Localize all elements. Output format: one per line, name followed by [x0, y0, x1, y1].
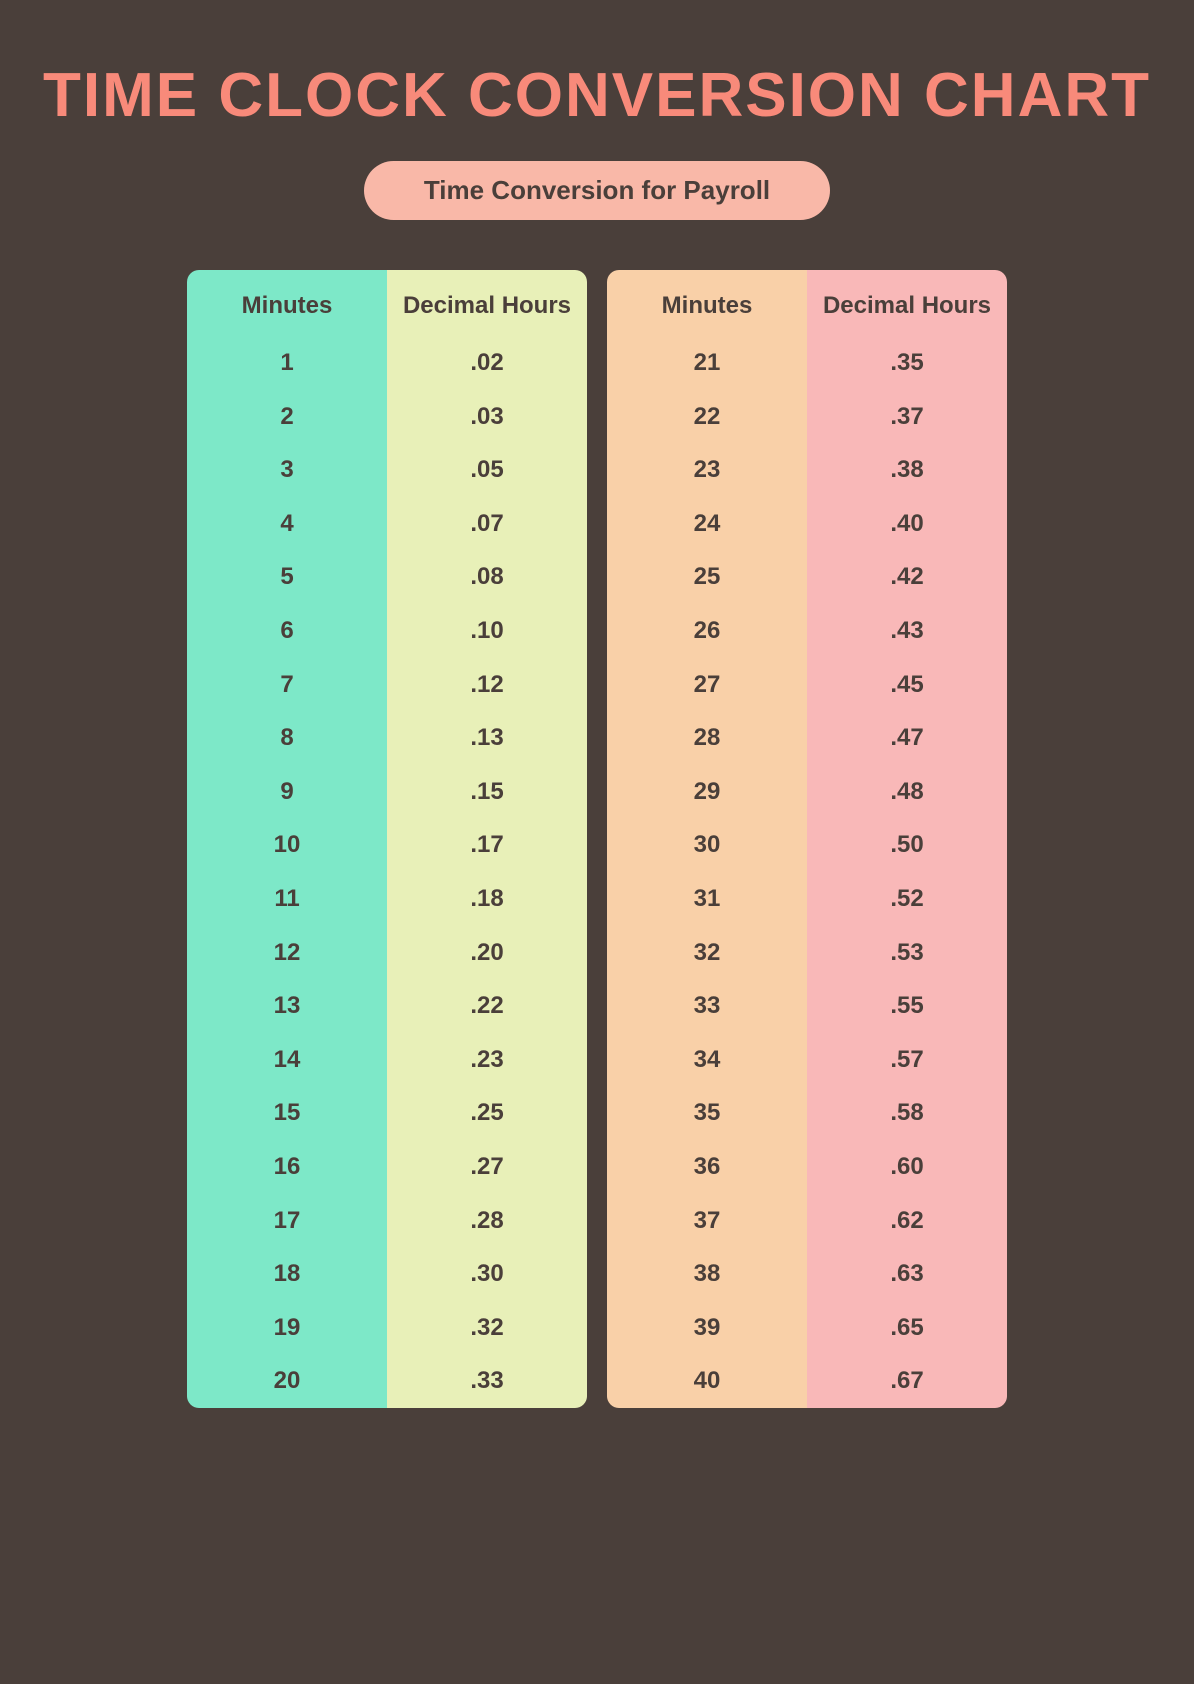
table-container: Minutes 1234567891011121314151617181920 …: [137, 270, 1057, 1408]
col-decimal-right: Decimal Hours .35.37.38.40.42.43.45.47.4…: [807, 270, 1007, 1408]
table-row: .18: [387, 872, 587, 926]
table-row: 17: [187, 1194, 387, 1248]
col-minutes-left: Minutes 1234567891011121314151617181920: [187, 270, 387, 1408]
table-row: 11: [187, 872, 387, 926]
table-row: 22: [607, 390, 807, 444]
table-row: .35: [807, 336, 1007, 390]
table-row: .38: [807, 443, 1007, 497]
table-row: .22: [387, 979, 587, 1033]
table-row: .10: [387, 604, 587, 658]
table-row: 16: [187, 1140, 387, 1194]
table-row: .27: [387, 1140, 587, 1194]
table-row: .13: [387, 711, 587, 765]
table-right: Minutes 21222324252627282930313233343536…: [607, 270, 1007, 1408]
col-header-decimal-right: Decimal Hours: [807, 270, 1007, 336]
table-row: 7: [187, 658, 387, 712]
table-row: 23: [607, 443, 807, 497]
page-title: TIME CLOCK CONVERSION CHART: [43, 60, 1151, 131]
subtitle-text: Time Conversion for Payroll: [424, 175, 770, 205]
table-row: 6: [187, 604, 387, 658]
table-row: 12: [187, 926, 387, 980]
table-row: .02: [387, 336, 587, 390]
table-row: 1: [187, 336, 387, 390]
table-row: 30: [607, 818, 807, 872]
table-row: 29: [607, 765, 807, 819]
table-row: .32: [387, 1301, 587, 1355]
table-row: 27: [607, 658, 807, 712]
table-row: 9: [187, 765, 387, 819]
table-row: .60: [807, 1140, 1007, 1194]
table-row: .17: [387, 818, 587, 872]
table-row: .47: [807, 711, 1007, 765]
table-row: 15: [187, 1086, 387, 1140]
table-row: .23: [387, 1033, 587, 1087]
table-row: .50: [807, 818, 1007, 872]
table-row: 10: [187, 818, 387, 872]
col-minutes-right: Minutes 21222324252627282930313233343536…: [607, 270, 807, 1408]
table-row: 19: [187, 1301, 387, 1355]
table-row: .37: [807, 390, 1007, 444]
table-row: 2: [187, 390, 387, 444]
table-row: 20: [187, 1354, 387, 1408]
table-row: 28: [607, 711, 807, 765]
table-row: 13: [187, 979, 387, 1033]
table-row: 34: [607, 1033, 807, 1087]
table-row: .12: [387, 658, 587, 712]
col-header-decimal-left: Decimal Hours: [387, 270, 587, 336]
table-row: 14: [187, 1033, 387, 1087]
table-row: .33: [387, 1354, 587, 1408]
table-row: 25: [607, 550, 807, 604]
table-row: .28: [387, 1194, 587, 1248]
table-row: 31: [607, 872, 807, 926]
table-row: .25: [387, 1086, 587, 1140]
table-row: 21: [607, 336, 807, 390]
table-row: .63: [807, 1247, 1007, 1301]
table-row: .15: [387, 765, 587, 819]
table-row: 18: [187, 1247, 387, 1301]
table-row: 4: [187, 497, 387, 551]
table-row: .03: [387, 390, 587, 444]
table-row: .07: [387, 497, 587, 551]
table-row: 40: [607, 1354, 807, 1408]
subtitle-badge: Time Conversion for Payroll: [364, 161, 830, 220]
table-row: 36: [607, 1140, 807, 1194]
table-row: 24: [607, 497, 807, 551]
table-row: .53: [807, 926, 1007, 980]
table-row: 5: [187, 550, 387, 604]
table-row: 3: [187, 443, 387, 497]
table-row: 33: [607, 979, 807, 1033]
table-row: 39: [607, 1301, 807, 1355]
table-row: 37: [607, 1194, 807, 1248]
table-row: 32: [607, 926, 807, 980]
table-row: .30: [387, 1247, 587, 1301]
table-row: 35: [607, 1086, 807, 1140]
col-header-minutes-right: Minutes: [607, 270, 807, 336]
table-row: .45: [807, 658, 1007, 712]
table-row: 38: [607, 1247, 807, 1301]
table-row: .55: [807, 979, 1007, 1033]
table-row: .42: [807, 550, 1007, 604]
table-row: .05: [387, 443, 587, 497]
col-decimal-left: Decimal Hours .02.03.05.07.08.10.12.13.1…: [387, 270, 587, 1408]
table-left: Minutes 1234567891011121314151617181920 …: [187, 270, 587, 1408]
table-row: .57: [807, 1033, 1007, 1087]
table-row: .48: [807, 765, 1007, 819]
table-row: .62: [807, 1194, 1007, 1248]
table-row: .52: [807, 872, 1007, 926]
table-row: .43: [807, 604, 1007, 658]
table-row: .65: [807, 1301, 1007, 1355]
table-row: 8: [187, 711, 387, 765]
table-row: .58: [807, 1086, 1007, 1140]
table-row: .20: [387, 926, 587, 980]
table-row: .40: [807, 497, 1007, 551]
table-row: .67: [807, 1354, 1007, 1408]
col-header-minutes-left: Minutes: [187, 270, 387, 336]
table-row: 26: [607, 604, 807, 658]
table-row: .08: [387, 550, 587, 604]
